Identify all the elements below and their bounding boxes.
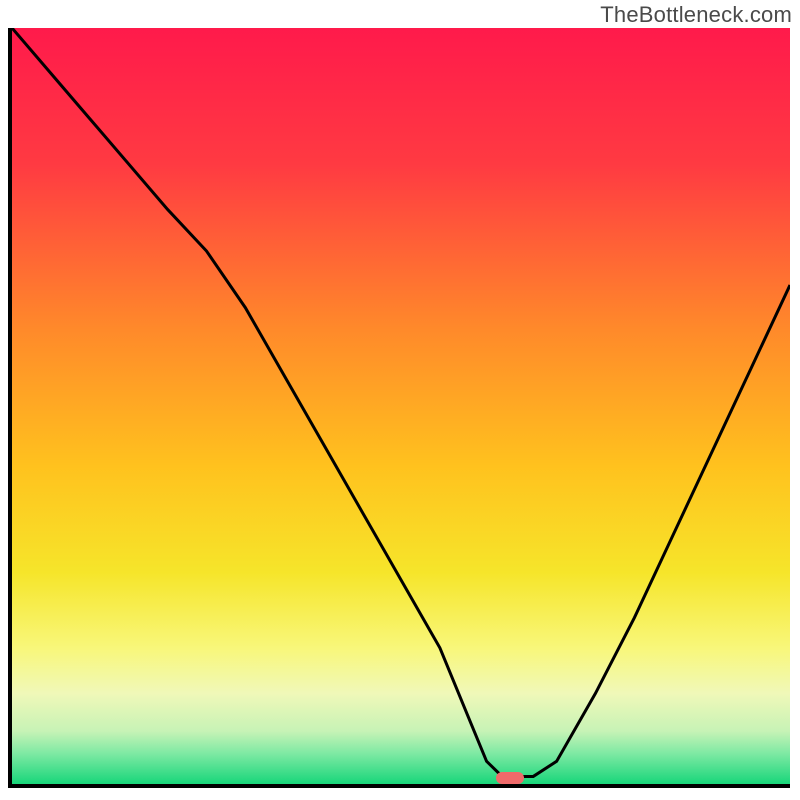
- plot-area: [8, 28, 790, 788]
- background-gradient: [12, 28, 790, 784]
- chart-stage: TheBottleneck.com: [0, 0, 800, 800]
- watermark-text: TheBottleneck.com: [600, 2, 792, 28]
- optimal-marker: [496, 772, 524, 784]
